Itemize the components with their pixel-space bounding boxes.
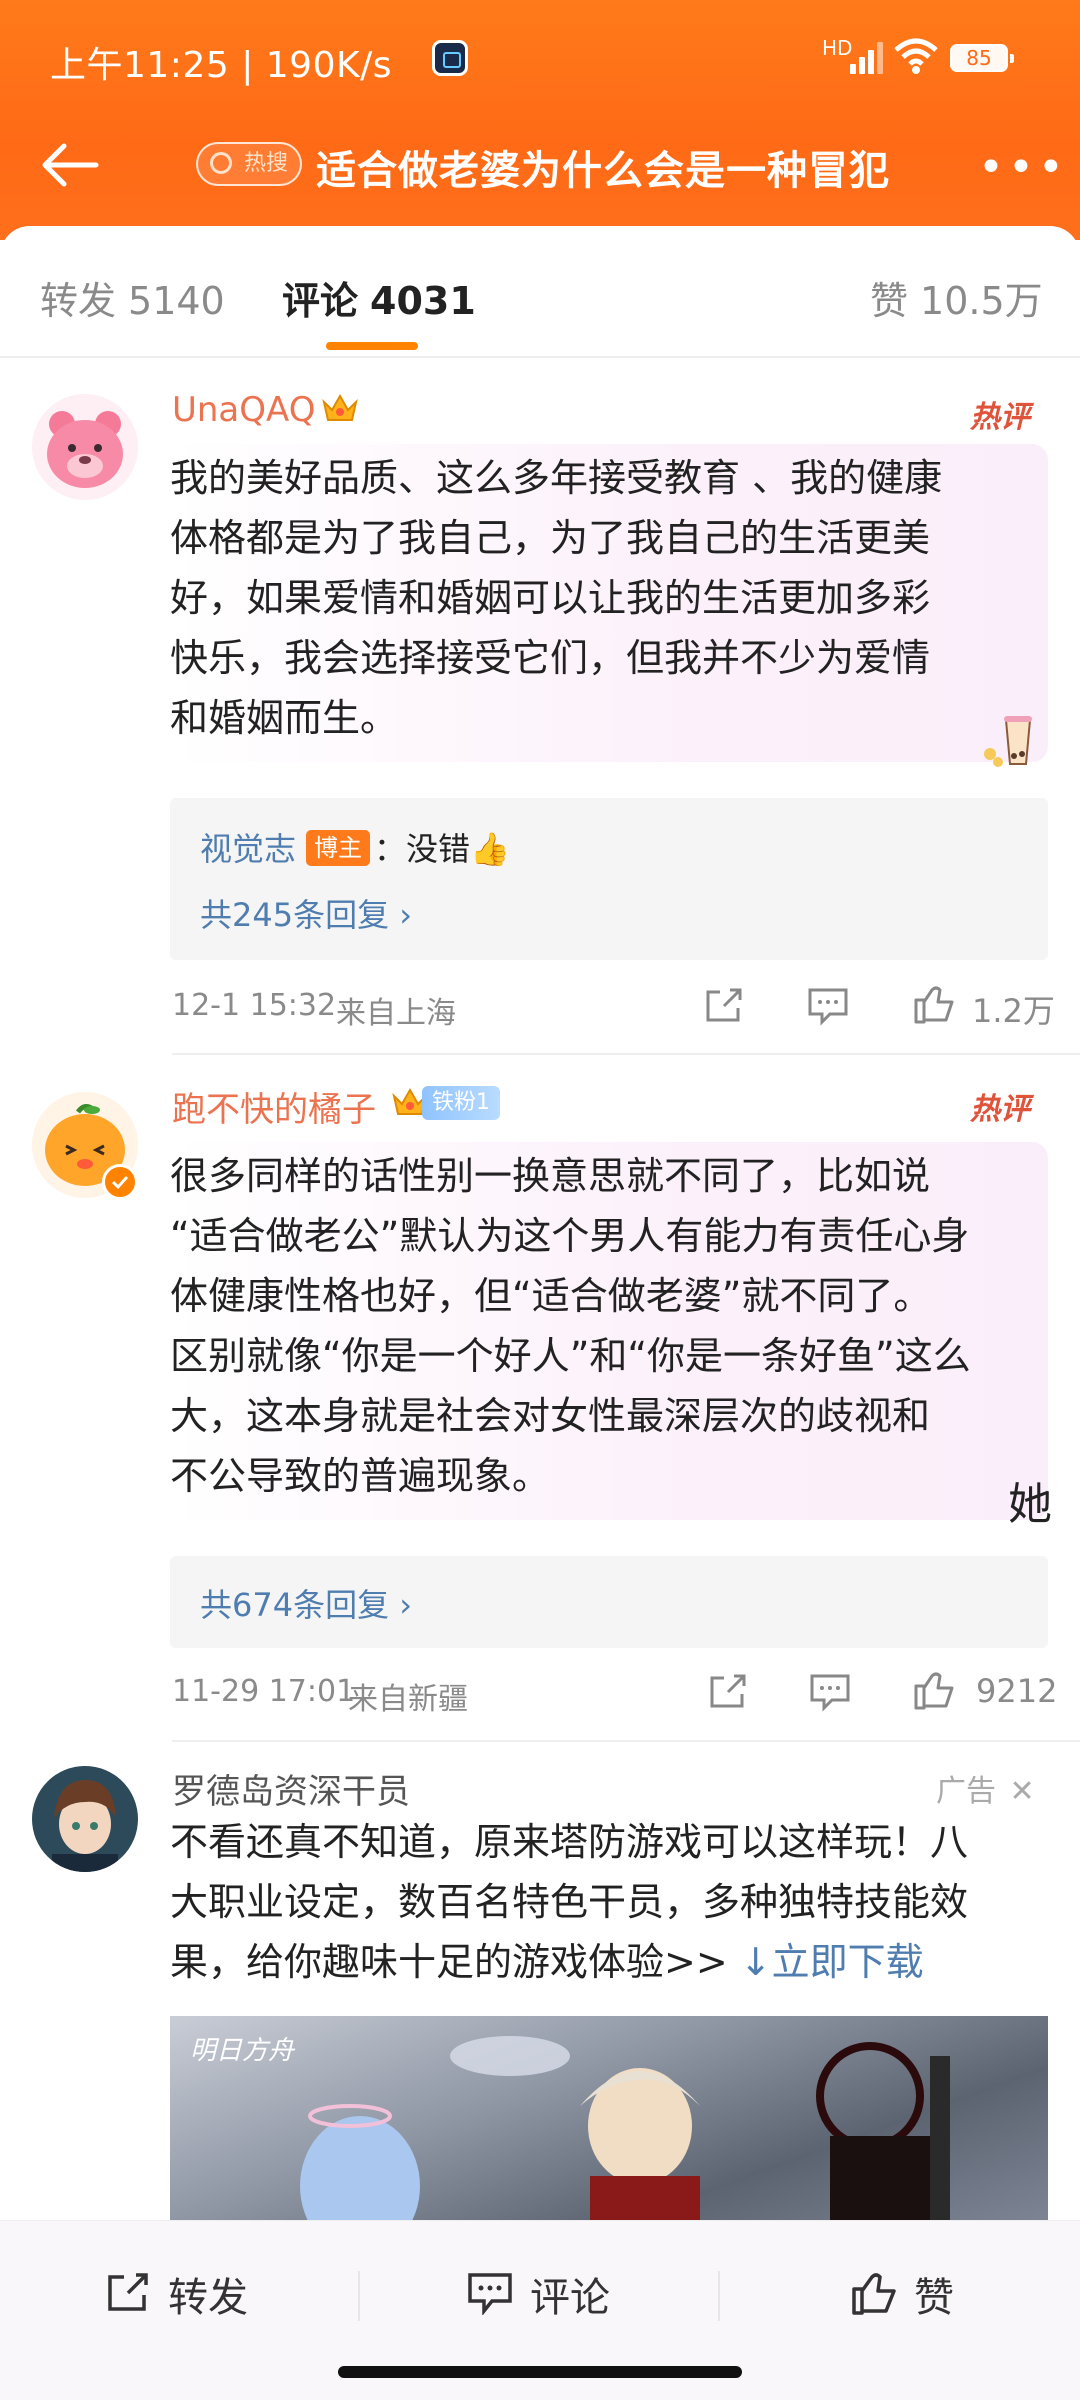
like-button[interactable]: 赞 bbox=[850, 2265, 970, 2325]
close-icon[interactable]: ✕ bbox=[1010, 1774, 1035, 1809]
comment-button[interactable]: 评论 bbox=[466, 2265, 626, 2325]
comment-text-line: 体健康性格也好，但“适合做老婆”就不同了。 bbox=[170, 1274, 932, 1318]
reply-preview[interactable]: 共674条回复 › bbox=[170, 1556, 1048, 1648]
ad-banner-image[interactable]: 明日方舟 bbox=[170, 2016, 1048, 2226]
reply-author[interactable]: 视觉志 bbox=[200, 830, 296, 868]
app-notification-icon bbox=[432, 40, 468, 76]
tab-comments-label: 评论 bbox=[282, 279, 359, 323]
tab-active-indicator bbox=[326, 342, 418, 350]
header: 上午11:25 | 190K/s HD 85 热搜 适合做老婆为什么会是一种冒犯… bbox=[0, 0, 1080, 240]
comment-text-line: 快乐，我会选择接受它们，但我并不少为爱情 bbox=[170, 636, 931, 680]
tab-repost-count: 5140 bbox=[128, 279, 225, 323]
wifi-icon bbox=[892, 36, 940, 85]
comment-divider bbox=[172, 1740, 1080, 1742]
tab-likes-label: 赞 bbox=[870, 279, 909, 323]
navbar: 热搜 适合做老婆为什么会是一种冒犯 ••• bbox=[0, 120, 1080, 210]
like-icon[interactable] bbox=[912, 1670, 956, 1710]
bar-divider bbox=[358, 2271, 360, 2321]
tab-bar: 转发 5140 评论 4031 赞 10.5万 bbox=[0, 226, 1080, 358]
comment-username[interactable]: UnaQAQ bbox=[172, 390, 315, 430]
blogger-badge: 博主 bbox=[306, 830, 371, 866]
tab-comments[interactable]: 评论 4031 bbox=[282, 270, 476, 325]
comment-divider bbox=[172, 1053, 1080, 1055]
back-arrow-icon[interactable] bbox=[40, 140, 100, 190]
ad-text[interactable]: 不看还真不知道，原来塔防游戏可以这样玩！八 大职业设定，数百名特色干员，多种独特… bbox=[170, 1812, 1050, 1992]
battery-icon: 85 bbox=[950, 44, 1014, 72]
ad-text-line: 果，给你趣味十足的游戏体验>> ↓立即下载 bbox=[170, 1932, 1050, 1992]
hot-comment-badge: 热评 bbox=[970, 1092, 1030, 1127]
ad-text-line: 不看还真不知道，原来塔防游戏可以这样玩！八 bbox=[170, 1820, 969, 1864]
comment-text-line: 不公导致的普遍现象。 bbox=[170, 1454, 551, 1498]
search-icon bbox=[210, 152, 232, 174]
hot-comment-badge: 热评 bbox=[970, 400, 1030, 435]
fan-level-badge: 铁粉1 bbox=[422, 1086, 500, 1120]
topic-title[interactable]: 适合做老婆为什么会是一种冒犯 bbox=[316, 138, 890, 196]
comment-text[interactable]: 我的美好品质、这么多年接受教育 、我的健康 体格都是为了我自己，为了我自己的生活… bbox=[170, 448, 1050, 748]
like-count: 9212 bbox=[976, 1672, 1058, 1710]
share-icon[interactable] bbox=[702, 986, 746, 1026]
reply-colon: ： bbox=[374, 830, 407, 868]
comment-text-line: 我的美好品质、这么多年接受教育 、我的健康 bbox=[170, 456, 943, 500]
home-indicator[interactable] bbox=[338, 2366, 742, 2378]
reply-count-link[interactable]: 共674条回复 › bbox=[200, 1580, 412, 1626]
reply-icon[interactable] bbox=[806, 986, 850, 1026]
bubble-tea-sticker-icon bbox=[978, 710, 1048, 774]
comment-text-line: 好，如果爱情和婚姻可以让我的生活更加多彩 bbox=[170, 576, 931, 620]
comment-text-line: “适合做老公”默认为这个男人有能力有责任心身 bbox=[170, 1214, 970, 1258]
status-bar: 上午11:25 | 190K/s HD 85 bbox=[0, 26, 1080, 96]
crown-icon bbox=[320, 390, 360, 426]
like-label: 赞 bbox=[914, 2275, 954, 2321]
comment-time: 12-1 15:32 bbox=[172, 988, 337, 1023]
verified-badge-icon bbox=[102, 1164, 138, 1200]
comment-icon bbox=[468, 2273, 512, 2315]
share-icon[interactable] bbox=[706, 1672, 750, 1712]
comment-text-line: 大，这本身就是社会对女性最深层次的歧视和 bbox=[170, 1394, 931, 1438]
repost-button[interactable]: 转发 bbox=[104, 2265, 264, 2325]
comment-text-line: 体格都是为了我自己，为了我自己的生活更美 bbox=[170, 516, 931, 560]
comment-time: 11-29 17:01 bbox=[172, 1674, 356, 1709]
ad-avatar[interactable] bbox=[32, 1766, 138, 1872]
ad-label: 广告 ✕ bbox=[936, 1766, 1035, 1810]
repost-label: 转发 bbox=[168, 2275, 248, 2321]
signal-icon bbox=[850, 40, 888, 74]
download-link[interactable]: ↓立即下载 bbox=[740, 1940, 924, 1984]
avatar[interactable] bbox=[32, 394, 138, 500]
ad-text-line: 大职业设定，数百名特色干员，多种独特技能效 bbox=[170, 1880, 969, 1924]
comment-text-line: 很多同样的话性别一换意思就不同了，比如说 bbox=[170, 1154, 931, 1198]
reply-text: 没错👍 bbox=[406, 830, 510, 868]
comment-text-line: 和婚姻而生。 bbox=[170, 696, 399, 740]
status-time: 上午11:25 | 190K/s bbox=[50, 45, 392, 86]
comment-username[interactable]: 跑不快的橘子 bbox=[172, 1082, 376, 1131]
comment-label: 评论 bbox=[530, 2275, 610, 2321]
reply-count-link[interactable]: 共245条回复 › bbox=[200, 890, 412, 936]
bar-divider bbox=[718, 2271, 720, 2321]
reply-line: 视觉志 博主 ：没错👍 bbox=[200, 824, 510, 870]
tab-comments-count: 4031 bbox=[370, 279, 476, 323]
comment-text-line: 区别就像“你是一个好人”和“你是一条好鱼”这么 bbox=[170, 1334, 971, 1378]
hot-search-label: 热搜 bbox=[244, 151, 289, 176]
repost-icon bbox=[108, 2273, 148, 2311]
hd-label: HD bbox=[822, 36, 853, 60]
comment-location: 来自上海 bbox=[336, 996, 456, 1031]
reply-icon[interactable] bbox=[808, 1672, 852, 1712]
comment-text[interactable]: 很多同样的话性别一换意思就不同了，比如说 “适合做老公”默认为这个男人有能力有责… bbox=[170, 1146, 1050, 1506]
comment-location: 来自新疆 bbox=[348, 1682, 468, 1717]
like-icon[interactable] bbox=[912, 984, 956, 1024]
like-count: 1.2万 bbox=[972, 992, 1055, 1030]
more-menu-icon[interactable]: ••• bbox=[978, 142, 1068, 193]
tab-repost-label: 转发 bbox=[40, 279, 117, 323]
reply-preview[interactable]: 视觉志 博主 ：没错👍 共245条回复 › bbox=[170, 798, 1048, 960]
ad-label-text: 广告 bbox=[936, 1774, 996, 1809]
handwritten-sticker: 她 bbox=[1008, 1479, 1052, 1530]
tab-likes-count: 10.5万 bbox=[920, 279, 1043, 323]
hot-search-tag[interactable]: 热搜 bbox=[196, 142, 303, 186]
tab-repost[interactable]: 转发 5140 bbox=[40, 270, 225, 325]
ad-author[interactable]: 罗德岛资深干员 bbox=[172, 1764, 410, 1813]
thumbs-up-icon bbox=[852, 2273, 896, 2315]
tab-likes[interactable]: 赞 10.5万 bbox=[870, 270, 1043, 325]
ad-text-tail: 果，给你趣味十足的游戏体验>> bbox=[170, 1940, 740, 1984]
